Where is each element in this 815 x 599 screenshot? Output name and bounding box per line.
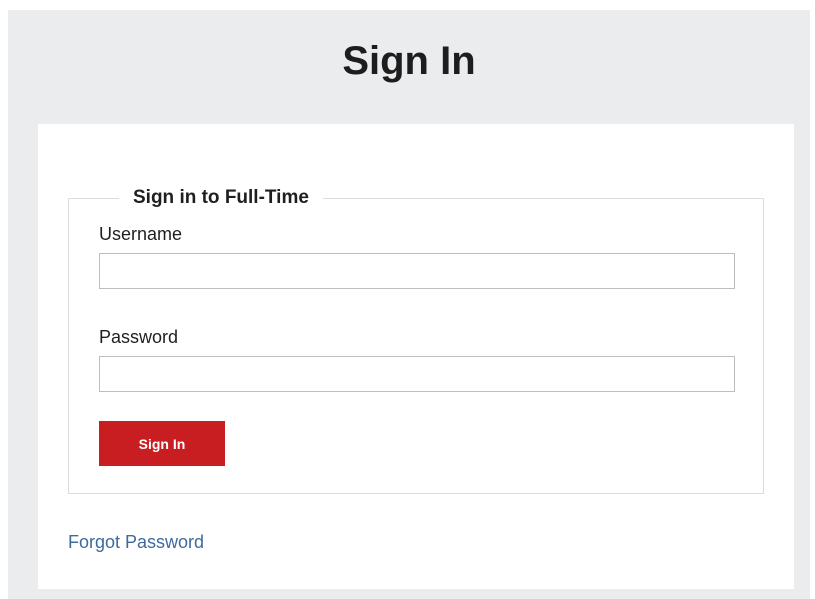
sign-in-card: Sign in to Full-Time Username Password S… xyxy=(38,124,794,589)
username-label: Username xyxy=(99,224,183,244)
password-input[interactable] xyxy=(99,356,735,392)
page-title: Sign In xyxy=(342,39,476,83)
password-label: Password xyxy=(99,327,179,347)
forgot-password-link[interactable]: Forgot Password xyxy=(68,531,204,553)
fieldset-legend: Sign in to Full-Time xyxy=(119,185,323,211)
page-background: Sign In Sign in to Full-Time Username Pa… xyxy=(8,10,810,599)
username-input[interactable] xyxy=(99,253,735,289)
sign-in-fieldset: Sign in to Full-Time Username Password S… xyxy=(68,185,764,494)
sign-in-button[interactable]: Sign In xyxy=(99,421,225,466)
